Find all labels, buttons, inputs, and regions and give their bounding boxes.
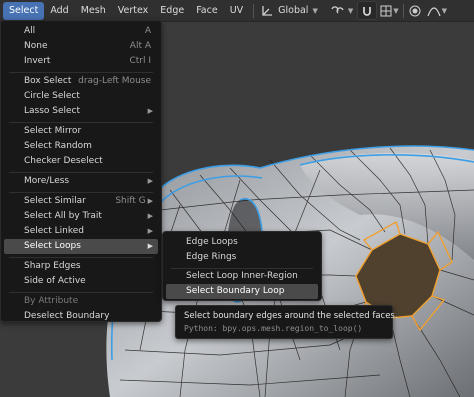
viewport-header: Select Add Mesh Vertex Edge Face UV Glob… [0,0,474,22]
menu-item-sharp-edges[interactable]: Sharp Edges [4,259,158,274]
menu-item-label: Lasso Select [24,106,81,116]
snap-toggle[interactable] [357,1,378,20]
menu-face[interactable]: Face [190,2,223,20]
menu-item-select-mirror[interactable]: Select Mirror [4,124,158,139]
menu-item-label: Checker Deselect [24,156,103,166]
menu-item-label: Select Mirror [24,126,82,136]
select-menu: All A None Alt A Invert Ctrl I Box Selec… [0,20,162,322]
menu-separator [9,292,153,293]
menu-uv[interactable]: UV [224,2,249,20]
menu-item-edge-loops[interactable]: Edge Loops [166,235,318,250]
submenu-arrow-icon: ▶ [147,177,153,185]
shortcut-label: Shift G [115,196,146,206]
menu-item-label: Sharp Edges [24,261,81,271]
submenu-arrow-icon: ▶ [147,197,153,205]
menu-edge[interactable]: Edge [154,2,190,20]
menu-item-checker-deselect[interactable]: Checker Deselect [4,154,158,169]
menu-item-label: More/Less [24,176,70,186]
menu-item-label: Invert [24,56,51,66]
magnet-icon [363,6,372,16]
menu-item-lasso-select[interactable]: Lasso Select ▶ [4,104,158,119]
pivot-point-dropdown[interactable]: ▼ [328,2,353,19]
menu-item-select-all-by-trait[interactable]: Select All by Trait ▶ [4,209,158,224]
menu-item-label: Select Loop Inner-Region [186,271,298,281]
menu-item-select-loops[interactable]: Select Loops ▶ [4,239,158,254]
shortcut-label: Alt A [129,41,151,51]
menu-item-label: Edge Loops [186,237,238,247]
menu-separator [9,192,153,193]
menu-item-side-of-active[interactable]: Side of Active [4,274,158,289]
menu-item-label: Edge Rings [186,252,237,262]
menu-item-edge-rings[interactable]: Edge Rings [166,250,318,265]
menu-item-select-similar[interactable]: Select Similar Shift G ▶ [4,194,158,209]
snap-target-dropdown[interactable]: ▼ [379,2,399,19]
menu-item-more-less[interactable]: More/Less ▶ [4,174,158,189]
menu-item-label: Select Random [24,141,92,151]
menu-separator [9,257,153,258]
menu-item-label: Deselect Boundary [24,311,110,321]
tooltip-description: Select boundary edges around the selecte… [184,311,398,321]
menu-item-label: Select Boundary Loop [186,286,285,296]
chevron-down-icon: ▼ [393,6,399,15]
menu-item-none[interactable]: None Alt A [4,39,158,54]
chevron-down-icon: ▼ [312,6,318,15]
menu-item-label: Side of Active [24,276,86,286]
falloff-dropdown[interactable]: ▼ [426,2,447,19]
menu-item-box-select[interactable]: Box Select drag-Left Mouse [4,74,158,89]
menu-separator [9,72,153,73]
menu-add[interactable]: Add [44,2,74,20]
menu-item-select-linked[interactable]: Select Linked ▶ [4,224,158,239]
chevron-down-icon: ▼ [441,6,448,15]
submenu-arrow-icon: ▶ [147,107,153,115]
submenu-arrow-icon: ▶ [147,242,153,250]
menu-item-label: None [24,41,48,51]
menu-item-all[interactable]: All A [4,24,158,39]
shortcut-label: drag-Left Mouse [78,76,151,86]
menu-item-label: Select Similar [24,196,86,206]
transform-orientation-dropdown[interactable]: Global ▼ [258,2,320,19]
menu-item-label: Select Loops [24,241,81,251]
shortcut-label: Ctrl I [129,56,151,66]
menu-item-circle-select[interactable]: Circle Select [4,89,158,104]
menu-item-invert[interactable]: Invert Ctrl I [4,54,158,69]
menu-separator [9,172,153,173]
menu-item-label: Select All by Trait [24,211,102,221]
select-loops-submenu: Edge Loops Edge Rings Select Loop Inner-… [162,231,322,301]
header-divider [253,3,255,18]
tooltip-python: Python: bpy.ops.mesh.region_to_loop() [184,324,363,333]
submenu-arrow-icon: ▶ [147,212,153,220]
chevron-down-icon: ▼ [347,6,354,15]
pivot-icon [331,5,344,13]
menu-item-label: Select Linked [24,226,84,236]
menu-select[interactable]: Select [3,1,45,20]
menu-section-label: By Attribute [24,296,79,306]
snap-grid-icon [380,5,392,16]
menu-item-select-boundary-loop[interactable]: Select Boundary Loop [166,284,318,299]
menu-item-select-loop-inner-region[interactable]: Select Loop Inner-Region [166,269,318,284]
menu-mesh[interactable]: Mesh [75,2,112,20]
proportional-editing-icon [409,5,421,16]
menu-section-by-attribute: By Attribute [4,294,158,309]
menu-separator [9,122,153,123]
proportional-editing-toggle[interactable] [408,2,422,19]
submenu-arrow-icon: ▶ [147,227,153,235]
orientation-icon [262,5,273,16]
menu-item-label: Box Select [24,76,72,86]
menu-item-label: Circle Select [24,91,80,101]
menu-item-select-random[interactable]: Select Random [4,139,158,154]
orientation-label: Global [278,5,309,16]
shortcut-label: A [144,26,151,36]
header-divider [402,3,404,18]
menu-item-deselect-boundary[interactable]: Deselect Boundary [4,309,158,324]
falloff-curve-icon [427,6,441,16]
menu-vertex[interactable]: Vertex [112,2,155,20]
operator-tooltip: Select boundary edges around the selecte… [175,305,398,339]
menu-item-label: All [24,26,36,36]
